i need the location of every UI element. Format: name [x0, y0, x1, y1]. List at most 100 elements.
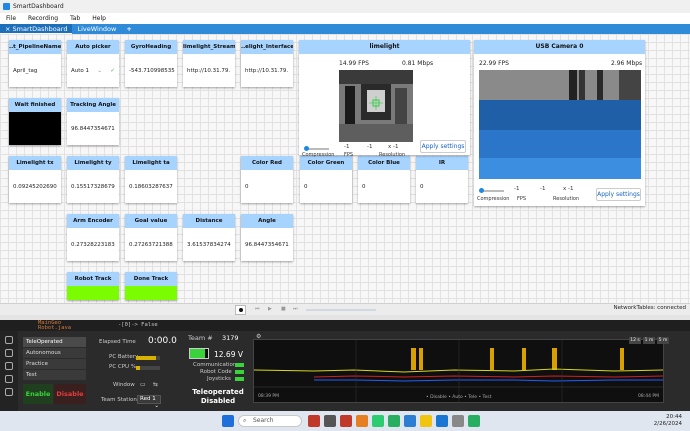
- battery-level: [190, 349, 205, 358]
- playback-timeline[interactable]: [306, 309, 376, 311]
- rewind-icon[interactable]: ⏮: [255, 306, 260, 312]
- system-clock[interactable]: 20:44 2/26/2024: [654, 414, 682, 428]
- chart-legend: • Disable • Auto • Tele • Test: [426, 395, 492, 400]
- mode-teleoperated[interactable]: TeleOperated: [23, 337, 86, 347]
- widget-limelight-interface[interactable]: ..elight_Interface http://10.31.79.: [241, 40, 293, 87]
- dashboard-canvas: ..t_PipelineName April_tag Auto picker A…: [0, 34, 690, 303]
- app-icon-5[interactable]: [404, 415, 416, 427]
- boolean-indicator: [67, 286, 119, 300]
- play-icon[interactable]: ▶: [268, 306, 272, 312]
- widget-limelight-ta[interactable]: Limelight ta 0.18603287637: [125, 156, 177, 203]
- widget-title: GyroHeading: [125, 40, 177, 54]
- window-undock-icon[interactable]: ⇆: [153, 381, 158, 388]
- widget-done-track[interactable]: Done Track: [125, 272, 177, 300]
- widget-usb-camera[interactable]: USB Camera 0 22.99 FPS 2.96 Mbps -1 -1 x…: [474, 40, 645, 206]
- forward-icon[interactable]: ⏭: [293, 306, 298, 312]
- widget-goal-value[interactable]: Goal value 0.27263721388: [125, 214, 177, 261]
- widget-limelight-ty[interactable]: Limelight ty 0.15517328679: [67, 156, 119, 203]
- robot-voltage: 12.69 V: [214, 350, 243, 359]
- widget-value: 0.09245202690: [13, 183, 57, 190]
- widget-limelight-stream[interactable]: limelight_Stream http://10.31.79.: [183, 40, 235, 87]
- chart-time-right: 08:44 PM: [638, 394, 659, 399]
- add-tab-button[interactable]: +: [121, 25, 136, 33]
- menu-help[interactable]: Help: [86, 15, 112, 22]
- enable-button[interactable]: Enable: [23, 384, 53, 404]
- chart-range-5m[interactable]: 5 m: [657, 337, 669, 344]
- apply-settings-button[interactable]: Apply settings: [596, 188, 641, 201]
- widget-ir[interactable]: IR 0: [416, 156, 468, 203]
- widget-wait-finished[interactable]: Wait finished: [9, 98, 61, 145]
- auto-chooser-value: Auto 1: [71, 67, 90, 74]
- record-icon: [238, 308, 243, 312]
- disable-button[interactable]: Disable: [54, 384, 86, 404]
- windows-taskbar: ⌕ Search 20:44 2/26/2024: [0, 411, 690, 431]
- camera-feed: [339, 70, 413, 142]
- communications-label: Communications: [193, 362, 240, 368]
- app-icon-2[interactable]: [340, 415, 352, 427]
- stop-icon[interactable]: ■: [281, 306, 286, 312]
- widget-value: -543.710998535: [129, 67, 175, 74]
- boolean-indicator: [125, 286, 177, 300]
- widget-title: Color Blue: [358, 156, 410, 170]
- diagnostics-tab-icon[interactable]: [5, 349, 13, 357]
- res-width-value: -1: [540, 186, 546, 192]
- app-icon-6[interactable]: [452, 415, 464, 427]
- widget-tracking-angle[interactable]: Tracking Angle 96.8447354671: [67, 98, 119, 145]
- record-button[interactable]: [235, 305, 246, 315]
- operation-tab-icon[interactable]: [5, 336, 13, 344]
- fps-value: -1: [514, 186, 520, 192]
- pc-cpu-label: PC CPU %: [109, 364, 137, 370]
- robot-status: Teleoperated Disabled: [188, 388, 248, 406]
- check-icon: ✓: [110, 67, 115, 74]
- widget-title: Color Green: [300, 156, 352, 170]
- widget-limelight-tx[interactable]: Limelight tx 0.09245202690: [9, 156, 61, 203]
- tab-smartdashboard[interactable]: × SmartDashboard: [0, 24, 73, 34]
- compression-slider-knob[interactable]: [479, 188, 484, 193]
- start-icon[interactable]: [222, 415, 234, 427]
- menu-recording[interactable]: Recording: [22, 15, 64, 22]
- taskbar-search[interactable]: ⌕ Search: [238, 415, 302, 427]
- auto-chooser[interactable]: Auto 1 ⌄ ✓: [67, 54, 119, 87]
- menu-tab[interactable]: Tab: [64, 15, 86, 22]
- chart-range-12s[interactable]: 12 s: [629, 337, 641, 344]
- widget-arm-encoder[interactable]: Arm Encoder 0.27328223183: [67, 214, 119, 261]
- app-icon-3[interactable]: [356, 415, 368, 427]
- widget-color-blue[interactable]: Color Blue 0: [358, 156, 410, 203]
- team-station-select[interactable]: Red 1 ⌄: [137, 395, 161, 409]
- mode-test[interactable]: Test: [23, 370, 86, 380]
- chart-time-left: 08:39 PM: [258, 394, 279, 399]
- widget-gyro-heading[interactable]: GyroHeading -543.710998535: [125, 40, 177, 87]
- app-icon-4[interactable]: [372, 415, 384, 427]
- widget-angle[interactable]: Angle 96.8447354671: [241, 214, 293, 261]
- widget-title: Robot Track: [67, 272, 119, 286]
- widget-distance[interactable]: Distance 3.61537834274: [183, 214, 235, 261]
- folder-icon[interactable]: [420, 415, 432, 427]
- widget-limelight-camera[interactable]: limelight 14.99 FPS 0.81 Mbps -1 -1 x -1…: [299, 40, 470, 158]
- tab-livewindow[interactable]: LiveWindow: [72, 24, 121, 34]
- res-height-value: x -1: [388, 144, 399, 150]
- vscode-icon[interactable]: [436, 415, 448, 427]
- compression-slider-knob[interactable]: [304, 146, 309, 151]
- menu-file[interactable]: File: [0, 15, 22, 22]
- setup-tab-icon[interactable]: [5, 362, 13, 370]
- widget-color-green[interactable]: Color Green 0: [300, 156, 352, 203]
- pc-battery-fill: [136, 356, 156, 360]
- widget-title: Wait finished: [9, 98, 61, 112]
- mode-practice[interactable]: Practice: [23, 359, 86, 369]
- mode-autonomous[interactable]: Autonomous: [23, 348, 86, 358]
- power-tab-icon[interactable]: [5, 388, 13, 396]
- window-dock-icon[interactable]: ▭: [140, 381, 146, 388]
- apply-settings-button[interactable]: Apply settings: [420, 140, 466, 153]
- task-view-icon[interactable]: [324, 415, 336, 427]
- widget-pipeline-name[interactable]: ..t_PipelineName April_tag: [9, 40, 61, 87]
- widget-color-red[interactable]: Color Red 0: [241, 156, 293, 203]
- chrome-icon[interactable]: [388, 415, 400, 427]
- chrome-icon-2[interactable]: [468, 415, 480, 427]
- chart-range-1m[interactable]: 1 m: [643, 337, 655, 344]
- widget-auto-picker[interactable]: Auto picker Auto 1 ⌄ ✓: [67, 40, 119, 87]
- app-icon-1[interactable]: [308, 415, 320, 427]
- usb-tab-icon[interactable]: [5, 375, 13, 383]
- widget-value: 0.15517328679: [71, 183, 115, 190]
- widget-robot-track[interactable]: Robot Track: [67, 272, 119, 300]
- battery-icon: [189, 348, 209, 359]
